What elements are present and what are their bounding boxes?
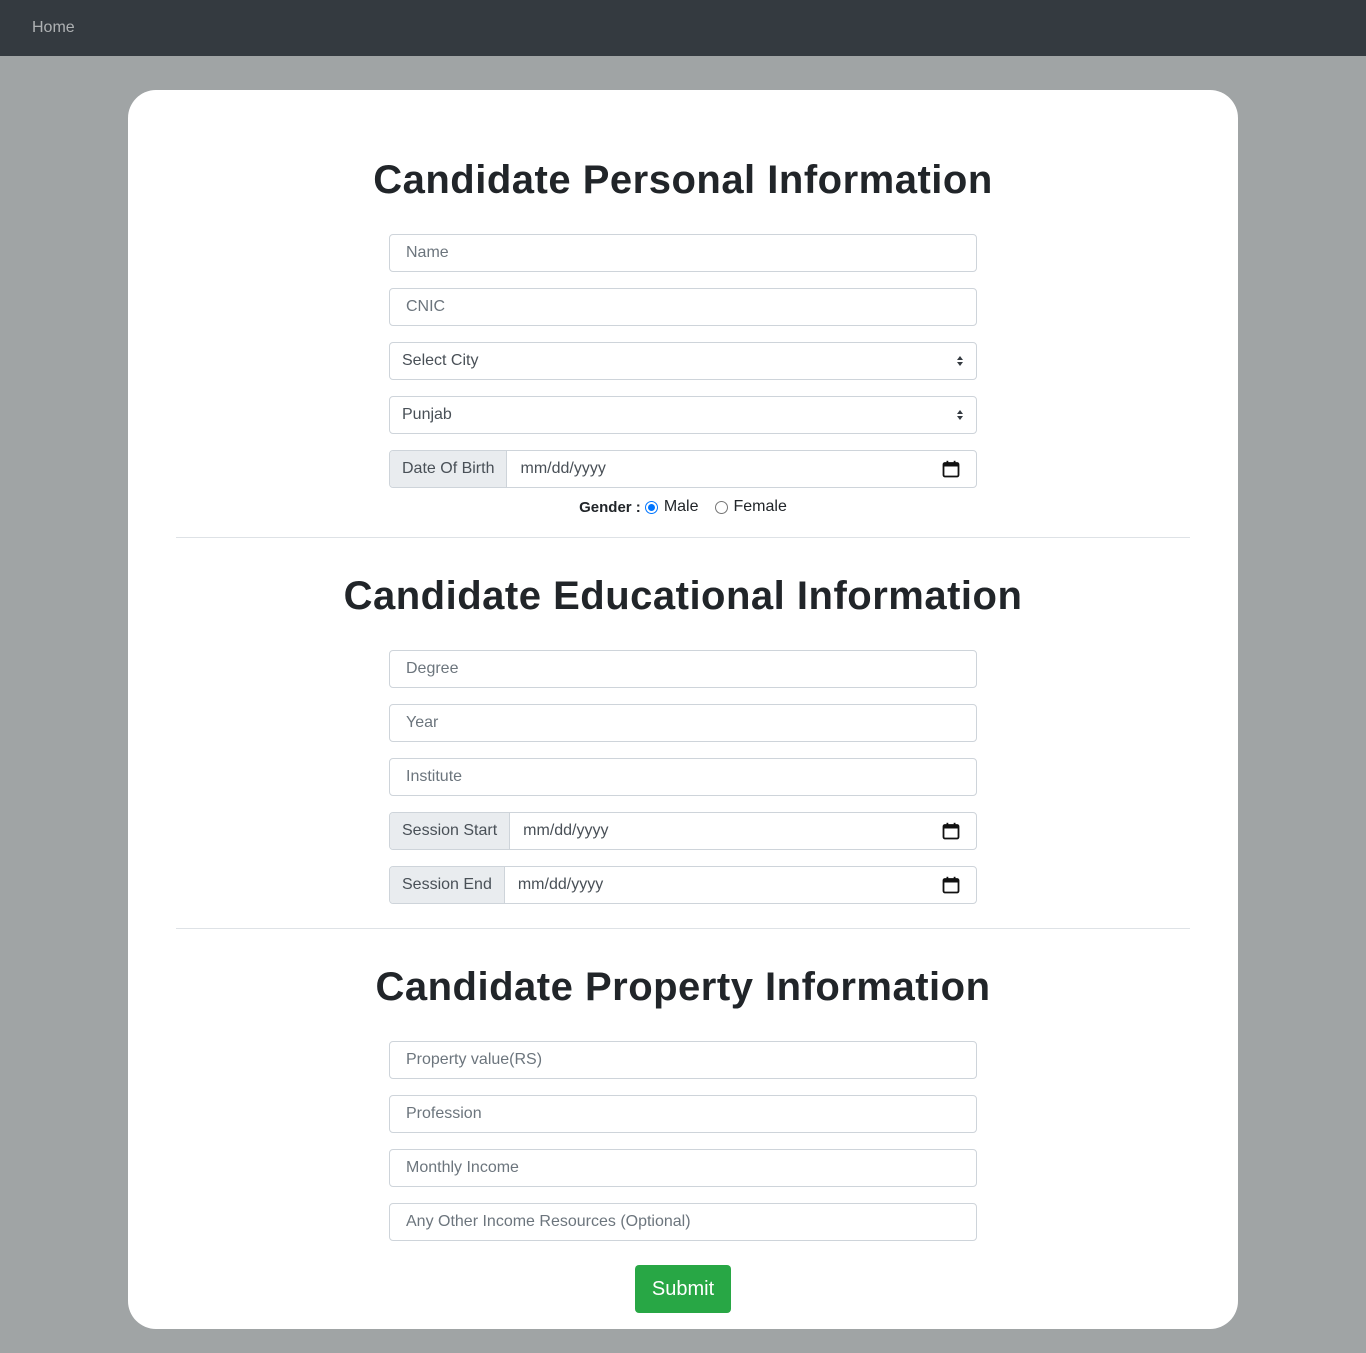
province-select-value: Punjab <box>402 406 452 423</box>
nav-home-link[interactable]: Home <box>32 19 75 37</box>
form-card: Candidate Personal Information Select Ci… <box>128 90 1238 1329</box>
dob-date-input[interactable]: mm/dd/yyyy <box>507 451 976 487</box>
gender-male-radio[interactable] <box>644 500 658 514</box>
profession-input[interactable] <box>389 1095 977 1133</box>
gender-label: Gender : <box>579 498 641 516</box>
property-value-input[interactable] <box>389 1041 977 1079</box>
personal-section-title: Candidate Personal Information <box>373 158 993 202</box>
other-income-input[interactable] <box>389 1203 977 1241</box>
dob-date-placeholder: mm/dd/yyyy <box>520 460 606 477</box>
gender-female-label[interactable]: Female <box>734 498 787 516</box>
section-divider <box>176 537 1190 538</box>
gender-female-radio[interactable] <box>714 500 728 514</box>
select-arrows-icon <box>957 410 963 420</box>
section-divider <box>176 928 1190 929</box>
gender-male-label[interactable]: Male <box>664 498 699 516</box>
dob-label: Date Of Birth <box>390 451 508 487</box>
year-input[interactable] <box>389 704 977 742</box>
top-navbar: Home <box>0 0 1366 56</box>
province-select[interactable]: Punjab <box>389 396 977 434</box>
gender-row: Gender : Male Female <box>128 498 1238 516</box>
session-start-label: Session Start <box>390 813 511 849</box>
institute-input[interactable] <box>389 758 977 796</box>
city-select-value: Select City <box>402 352 479 369</box>
session-start-date-placeholder: mm/dd/yyyy <box>523 822 609 839</box>
degree-input[interactable] <box>389 650 977 688</box>
session-end-label: Session End <box>390 867 505 903</box>
session-end-date-placeholder: mm/dd/yyyy <box>517 876 604 893</box>
monthly-income-input[interactable] <box>389 1149 977 1187</box>
education-section-title: Candidate Educational Information <box>343 574 1023 618</box>
city-select[interactable]: Select City <box>389 342 977 380</box>
session-start-input-group: Session Start mm/dd/yyyy <box>389 812 977 850</box>
calendar-icon[interactable] <box>942 876 960 894</box>
session-end-date-input[interactable]: mm/dd/yyyy <box>505 867 976 903</box>
submit-button[interactable]: Submit <box>635 1265 731 1313</box>
property-section-title: Candidate Property Information <box>375 965 991 1009</box>
session-end-input-group: Session End mm/dd/yyyy <box>389 866 977 904</box>
select-arrows-icon <box>957 356 963 366</box>
calendar-icon[interactable] <box>942 822 960 840</box>
session-start-date-input[interactable]: mm/dd/yyyy <box>510 813 976 849</box>
dob-input-group: Date Of Birth mm/dd/yyyy <box>389 450 977 488</box>
name-input[interactable] <box>389 234 977 272</box>
calendar-icon[interactable] <box>942 460 960 478</box>
cnic-input[interactable] <box>389 288 977 326</box>
